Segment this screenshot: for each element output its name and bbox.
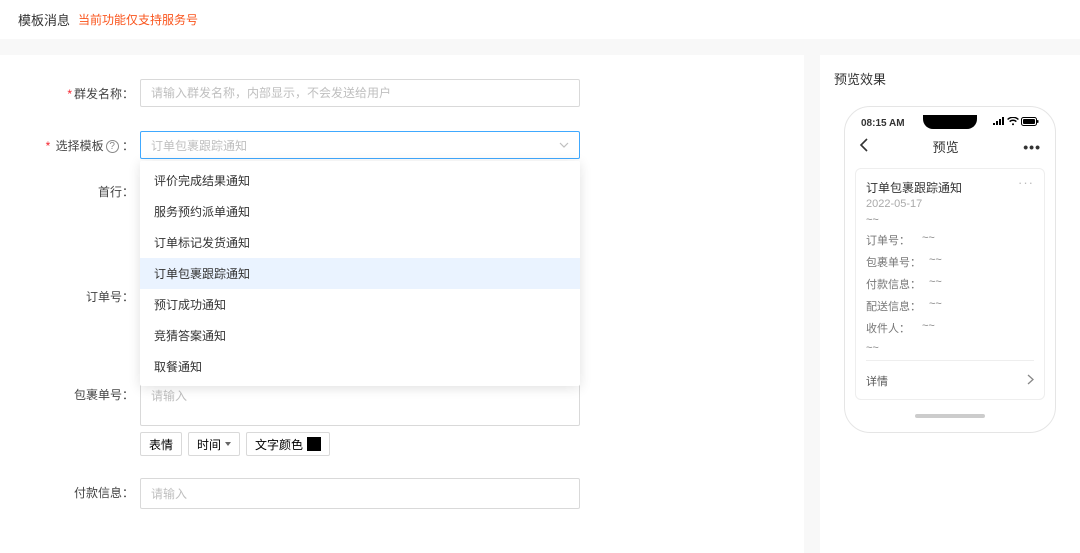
packageno-textarea[interactable]: 请输入 xyxy=(140,380,580,426)
time-button-2[interactable]: 时间 xyxy=(188,432,240,456)
phone-navbar: 预览 ••• xyxy=(855,129,1045,168)
card-row-val: ~~ xyxy=(922,232,935,248)
preview-panel: 预览效果 08:15 AM 预览 ••• 订单包裹跟踪通知 ··· xyxy=(820,55,1080,553)
card-leading-tilde: ~~ xyxy=(866,214,1034,226)
battery-icon xyxy=(1021,117,1039,129)
card-row-val: ~~ xyxy=(929,276,942,292)
dropdown-item[interactable]: 竞猜答案通知 xyxy=(140,320,580,351)
dropdown-item[interactable]: 订单标记发货通知 xyxy=(140,227,580,258)
label-payment: 付款信息： xyxy=(0,478,140,509)
card-row-val: ~~ xyxy=(922,320,935,336)
signal-icon xyxy=(993,117,1005,129)
color-button-2[interactable]: 文字颜色 xyxy=(246,432,330,456)
card-trailing-tilde: ~~ xyxy=(866,342,1034,354)
template-select[interactable]: 订单包裹跟踪通知 xyxy=(140,131,580,159)
emoji-button-2[interactable]: 表情 xyxy=(140,432,182,456)
card-row: 付款信息： ~~ xyxy=(866,276,1034,292)
card-separator xyxy=(866,360,1034,361)
phone-mockup: 08:15 AM 预览 ••• 订单包裹跟踪通知 ··· 2022-05-17 … xyxy=(844,106,1056,433)
card-more-icon[interactable]: ··· xyxy=(1018,179,1034,187)
card-date: 2022-05-17 xyxy=(866,198,1034,210)
header-note: 当前功能仅支持服务号 xyxy=(78,11,198,28)
back-icon[interactable] xyxy=(859,138,868,155)
payment-textarea[interactable]: 请输入 xyxy=(140,478,580,509)
card-row: 订单号： ~~ xyxy=(866,232,1034,248)
card-row-key: 包裹单号： xyxy=(866,254,921,270)
template-dropdown: 评价完成结果通知服务预约派单通知订单标记发货通知订单包裹跟踪通知预订成功通知竞猜… xyxy=(140,161,580,386)
chevron-right-icon xyxy=(1027,374,1034,388)
card-row-key: 付款信息： xyxy=(866,276,921,292)
phone-notch xyxy=(923,115,977,129)
group-name-input[interactable] xyxy=(140,79,580,107)
dropdown-item[interactable]: 取餐通知 xyxy=(140,351,580,382)
card-row-val: ~~ xyxy=(929,298,942,314)
phone-nav-title: 预览 xyxy=(933,137,959,156)
card-row-val: ~~ xyxy=(929,254,942,270)
card-row: 配送信息： ~~ xyxy=(866,298,1034,314)
card-title: 订单包裹跟踪通知 xyxy=(866,179,962,196)
chevron-down-icon xyxy=(559,140,569,150)
page-header: 模板消息 当前功能仅支持服务号 xyxy=(0,0,1080,39)
preview-card: 订单包裹跟踪通知 ··· 2022-05-17 ~~ 订单号：~~包裹单号：~~… xyxy=(855,168,1045,400)
label-group-name: 群发名称： xyxy=(0,79,140,107)
wifi-icon xyxy=(1007,117,1019,129)
caret-down-icon xyxy=(225,442,231,446)
help-icon[interactable]: ? xyxy=(106,140,119,153)
dropdown-item[interactable]: 预订成功通知 xyxy=(140,289,580,320)
dropdown-item[interactable]: 服务预约派单通知 xyxy=(140,196,580,227)
header-title: 模板消息 xyxy=(18,10,70,29)
status-time: 08:15 AM xyxy=(861,118,905,129)
card-row-key: 收件人： xyxy=(866,320,914,336)
dropdown-item[interactable]: 评价完成结果通知 xyxy=(140,165,580,196)
more-icon[interactable]: ••• xyxy=(1023,143,1041,151)
preview-panel-title: 预览效果 xyxy=(834,69,1066,88)
form-panel: 群发名称： 选择模板? ： 订单包裹跟踪通知 评价完成结果通知服务预约派单通知订… xyxy=(0,55,804,553)
color-chip-icon xyxy=(307,437,321,451)
card-row-key: 订单号： xyxy=(866,232,914,248)
card-row-key: 配送信息： xyxy=(866,298,921,314)
dropdown-item[interactable]: 订单包裹跟踪通知 xyxy=(140,258,580,289)
card-row: 包裹单号： ~~ xyxy=(866,254,1034,270)
template-select-value: 订单包裹跟踪通知 xyxy=(151,137,247,154)
label-orderno: 订单号： xyxy=(0,282,140,358)
home-indicator xyxy=(915,414,985,418)
card-footer-label[interactable]: 详情 xyxy=(866,373,888,389)
label-packageno: 包裹单号： xyxy=(0,380,140,456)
label-select-template: 选择模板? ： xyxy=(0,131,140,159)
card-row: 收件人： ~~ xyxy=(866,320,1034,336)
label-firstline: 首行： xyxy=(0,177,140,200)
